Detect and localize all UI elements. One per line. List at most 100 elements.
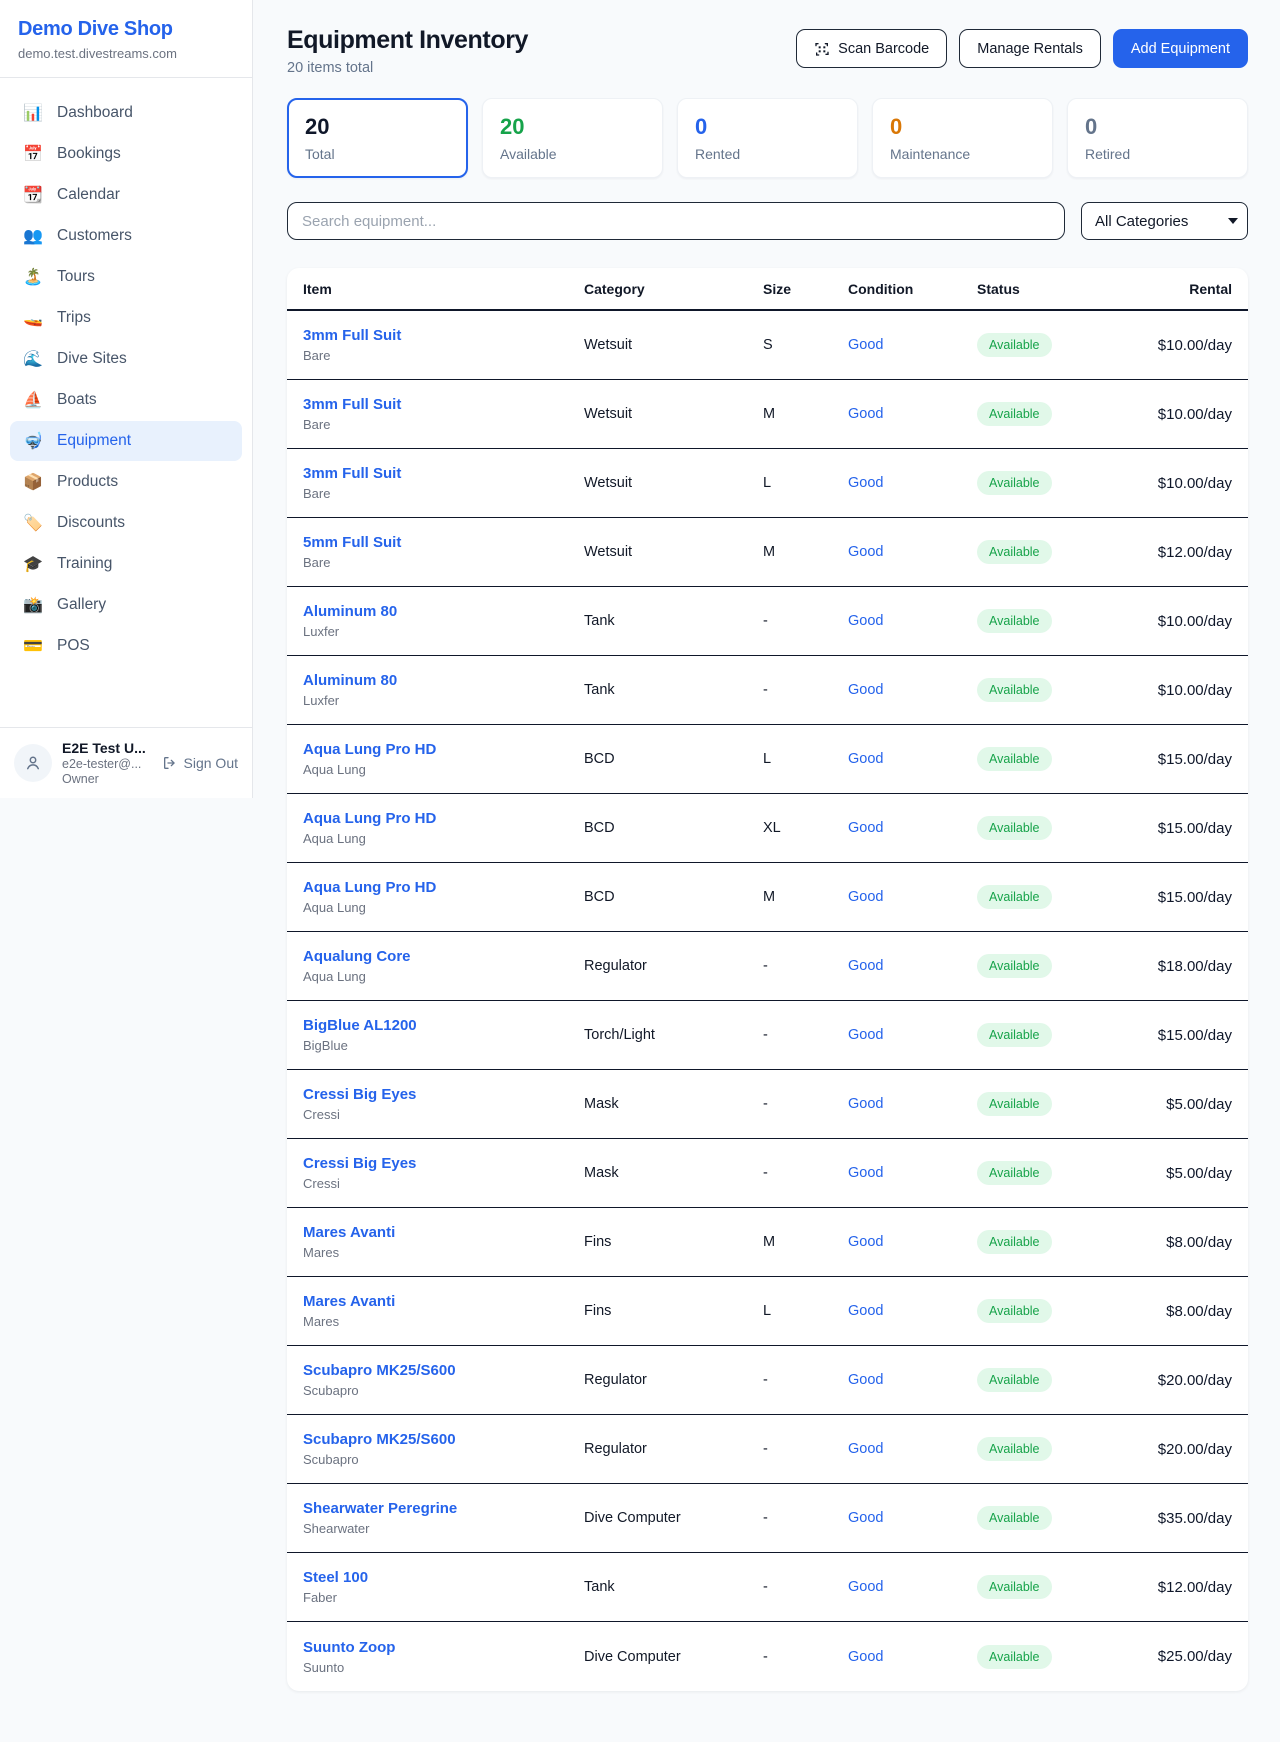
condition-cell: Good — [848, 406, 977, 422]
logout-icon — [162, 755, 178, 771]
sidebar-nav-item[interactable]: 🌊 Dive Sites — [10, 339, 242, 379]
item-name-link[interactable]: 3mm Full Suit — [303, 327, 584, 344]
item-name-link[interactable]: Steel 100 — [303, 1569, 584, 1586]
item-brand: BigBlue — [303, 1038, 584, 1053]
item-name-link[interactable]: Aqua Lung Pro HD — [303, 879, 584, 896]
condition-link[interactable]: Good — [848, 544, 883, 560]
sidebar-nav-item[interactable]: 🤿 Equipment — [10, 421, 242, 461]
item-cell: 3mm Full Suit Bare — [303, 396, 584, 432]
sidebar-nav-item[interactable]: 🚤 Trips — [10, 298, 242, 338]
status-badge: Available — [977, 1645, 1052, 1669]
sidebar-nav-item[interactable]: 🏝️ Tours — [10, 257, 242, 297]
condition-link[interactable]: Good — [848, 1372, 883, 1388]
item-name-link[interactable]: 3mm Full Suit — [303, 465, 584, 482]
category-cell: Torch/Light — [584, 1027, 763, 1043]
nav-item-label: Tours — [57, 268, 95, 286]
condition-link[interactable]: Good — [848, 751, 883, 767]
item-name-link[interactable]: Mares Avanti — [303, 1224, 584, 1241]
sidebar-nav-item[interactable]: 📦 Products — [10, 462, 242, 502]
scan-barcode-button[interactable]: Scan Barcode — [796, 29, 947, 68]
condition-cell: Good — [848, 1441, 977, 1457]
category-select[interactable]: All Categories — [1081, 202, 1248, 240]
condition-link[interactable]: Good — [848, 337, 883, 353]
stat-card[interactable]: 0 Rented — [677, 98, 858, 178]
condition-link[interactable]: Good — [848, 1441, 883, 1457]
condition-link[interactable]: Good — [848, 1234, 883, 1250]
category-cell: Wetsuit — [584, 544, 763, 560]
condition-link[interactable]: Good — [848, 1027, 883, 1043]
condition-cell: Good — [848, 1303, 977, 1319]
manage-rentals-button[interactable]: Manage Rentals — [959, 29, 1101, 68]
sidebar-nav-item[interactable]: 💳 POS — [10, 626, 242, 666]
item-name-link[interactable]: Cressi Big Eyes — [303, 1155, 584, 1172]
condition-link[interactable]: Good — [848, 958, 883, 974]
item-cell: Shearwater Peregrine Shearwater — [303, 1500, 584, 1536]
status-badge: Available — [977, 747, 1052, 771]
item-name-link[interactable]: Aqua Lung Pro HD — [303, 741, 584, 758]
item-name-link[interactable]: Aqualung Core — [303, 948, 584, 965]
sign-out-label: Sign Out — [184, 755, 238, 771]
item-name-link[interactable]: Scubapro MK25/S600 — [303, 1431, 584, 1448]
item-name-link[interactable]: 3mm Full Suit — [303, 396, 584, 413]
item-name-link[interactable]: Aluminum 80 — [303, 672, 584, 689]
condition-link[interactable]: Good — [848, 613, 883, 629]
item-name-link[interactable]: 5mm Full Suit — [303, 534, 584, 551]
condition-link[interactable]: Good — [848, 1096, 883, 1112]
table-row: Cressi Big Eyes Cressi Mask - Good Avail… — [287, 1070, 1248, 1139]
item-name-link[interactable]: Scubapro MK25/S600 — [303, 1362, 584, 1379]
add-equipment-button[interactable]: Add Equipment — [1113, 29, 1248, 68]
condition-link[interactable]: Good — [848, 1649, 883, 1665]
item-name-link[interactable]: Aluminum 80 — [303, 603, 584, 620]
sidebar-nav-item[interactable]: 👥 Customers — [10, 216, 242, 256]
item-cell: Suunto Zoop Suunto — [303, 1639, 584, 1675]
item-cell: Aqua Lung Pro HD Aqua Lung — [303, 810, 584, 846]
condition-link[interactable]: Good — [848, 1510, 883, 1526]
item-name-link[interactable]: Shearwater Peregrine — [303, 1500, 584, 1517]
item-name-link[interactable]: Aqua Lung Pro HD — [303, 810, 584, 827]
sidebar-nav-item[interactable]: 📅 Bookings — [10, 134, 242, 174]
shop-name[interactable]: Demo Dive Shop — [18, 18, 234, 41]
rental-cell: $35.00/day — [1127, 1510, 1232, 1527]
user-email: e2e-tester@... — [62, 757, 152, 771]
condition-link[interactable]: Good — [848, 475, 883, 491]
condition-link[interactable]: Good — [848, 406, 883, 422]
sidebar-nav-item[interactable]: 📆 Calendar — [10, 175, 242, 215]
sidebar-nav-item[interactable]: 📸 Gallery — [10, 585, 242, 625]
search-input[interactable] — [287, 202, 1065, 240]
item-brand: Aqua Lung — [303, 969, 584, 984]
condition-link[interactable]: Good — [848, 820, 883, 836]
stat-value: 20 — [305, 114, 450, 140]
item-name-link[interactable]: BigBlue AL1200 — [303, 1017, 584, 1034]
nav-item-label: Dashboard — [57, 104, 133, 122]
item-brand: Aqua Lung — [303, 831, 584, 846]
item-name-link[interactable]: Cressi Big Eyes — [303, 1086, 584, 1103]
stat-card[interactable]: 20 Total — [287, 98, 468, 178]
sidebar-nav-item[interactable]: 🏷️ Discounts — [10, 503, 242, 543]
stat-card[interactable]: 20 Available — [482, 98, 663, 178]
condition-cell: Good — [848, 544, 977, 560]
item-cell: Mares Avanti Mares — [303, 1224, 584, 1260]
stat-card[interactable]: 0 Maintenance — [872, 98, 1053, 178]
category-cell: Mask — [584, 1096, 763, 1112]
condition-link[interactable]: Good — [848, 682, 883, 698]
sidebar-nav-item[interactable]: 🎓 Training — [10, 544, 242, 584]
category-cell: Wetsuit — [584, 406, 763, 422]
sidebar-nav-item[interactable]: 📊 Dashboard — [10, 93, 242, 133]
sign-out-button[interactable]: Sign Out — [162, 755, 238, 771]
item-name-link[interactable]: Suunto Zoop — [303, 1639, 584, 1656]
condition-link[interactable]: Good — [848, 1165, 883, 1181]
status-cell: Available — [977, 885, 1127, 909]
item-name-link[interactable]: Mares Avanti — [303, 1293, 584, 1310]
condition-link[interactable]: Good — [848, 1303, 883, 1319]
item-cell: 5mm Full Suit Bare — [303, 534, 584, 570]
stat-card[interactable]: 0 Retired — [1067, 98, 1248, 178]
table-row: Aqua Lung Pro HD Aqua Lung BCD M Good Av… — [287, 863, 1248, 932]
condition-link[interactable]: Good — [848, 1579, 883, 1595]
item-cell: Steel 100 Faber — [303, 1569, 584, 1605]
item-cell: Aluminum 80 Luxfer — [303, 672, 584, 708]
item-cell: BigBlue AL1200 BigBlue — [303, 1017, 584, 1053]
condition-link[interactable]: Good — [848, 889, 883, 905]
condition-cell: Good — [848, 1649, 977, 1665]
status-badge: Available — [977, 609, 1052, 633]
sidebar-nav-item[interactable]: ⛵ Boats — [10, 380, 242, 420]
